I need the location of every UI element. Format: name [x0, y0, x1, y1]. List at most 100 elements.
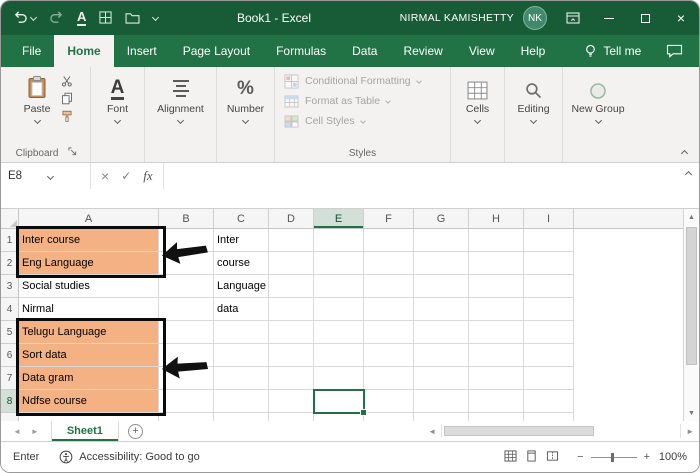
cell-D9[interactable]: [269, 413, 314, 421]
scroll-up-button[interactable]: ▲: [684, 209, 699, 225]
redo-button[interactable]: [49, 11, 64, 24]
cell-F8[interactable]: [364, 390, 414, 413]
name-box[interactable]: E8: [1, 163, 91, 189]
cell-D3[interactable]: [269, 275, 314, 298]
cell-H6[interactable]: [469, 344, 524, 367]
cell-H9[interactable]: [469, 413, 524, 421]
cell-A1[interactable]: Inter course: [19, 229, 159, 252]
new-sheet-button[interactable]: +: [128, 424, 143, 439]
cell-G2[interactable]: [414, 252, 469, 275]
row-header-2[interactable]: 2: [1, 252, 19, 275]
insert-function-button[interactable]: fx: [143, 168, 152, 184]
zoom-out-button[interactable]: −: [577, 451, 583, 463]
cell-F2[interactable]: [364, 252, 414, 275]
sheet-tab-sheet1[interactable]: Sheet1: [51, 421, 119, 441]
cell-F9[interactable]: [364, 413, 414, 421]
cell-E5[interactable]: [314, 321, 364, 344]
zoom-level[interactable]: 100%: [657, 451, 687, 463]
hscroll-left-button[interactable]: ◄: [423, 421, 441, 441]
minimize-button[interactable]: [591, 1, 627, 35]
cell-C6[interactable]: [214, 344, 269, 367]
cell-C8[interactable]: [214, 390, 269, 413]
hscroll-right-button[interactable]: ►: [681, 421, 699, 441]
cell-F6[interactable]: [364, 344, 414, 367]
vertical-scrollbar-thumb[interactable]: [686, 227, 697, 365]
cell-I8[interactable]: [524, 390, 574, 413]
row-header-5[interactable]: 5: [1, 321, 19, 344]
select-all-corner[interactable]: [1, 209, 19, 229]
cell-E9[interactable]: [314, 413, 364, 421]
row-header-6[interactable]: 6: [1, 344, 19, 367]
menu-tab-home[interactable]: Home: [54, 35, 113, 67]
column-header-D[interactable]: D: [269, 209, 314, 229]
cell-E8[interactable]: [314, 390, 364, 413]
row-header-4[interactable]: 4: [1, 298, 19, 321]
cell-D6[interactable]: [269, 344, 314, 367]
cell-G4[interactable]: [414, 298, 469, 321]
maximize-button[interactable]: [627, 1, 663, 35]
cell-F4[interactable]: [364, 298, 414, 321]
menu-tab-file[interactable]: File: [9, 35, 54, 67]
cell-H4[interactable]: [469, 298, 524, 321]
number-group-button[interactable]: % Number: [219, 71, 272, 123]
clipboard-dialog-launcher[interactable]: [68, 147, 77, 159]
cell-B3[interactable]: [159, 275, 214, 298]
cell-A7[interactable]: Data gram: [19, 367, 159, 390]
normal-view-button[interactable]: [504, 450, 517, 465]
cell-C1[interactable]: Inter: [214, 229, 269, 252]
column-header-B[interactable]: B: [159, 209, 214, 229]
cell-B5[interactable]: [159, 321, 214, 344]
cell-C3[interactable]: Language: [214, 275, 269, 298]
cell-E6[interactable]: [314, 344, 364, 367]
cell-B4[interactable]: [159, 298, 214, 321]
cell-G5[interactable]: [414, 321, 469, 344]
sheet-nav-left-button[interactable]: ◄: [13, 427, 21, 436]
scroll-down-button[interactable]: ▼: [684, 405, 699, 421]
cell-B9[interactable]: [159, 413, 214, 421]
underline-button[interactable]: A: [77, 10, 86, 26]
column-header-A[interactable]: A: [19, 209, 159, 229]
row-header-9[interactable]: [1, 413, 19, 421]
cell-I7[interactable]: [524, 367, 574, 390]
cell-C2[interactable]: course: [214, 252, 269, 275]
cell-H3[interactable]: [469, 275, 524, 298]
cell-D1[interactable]: [269, 229, 314, 252]
accessibility-checker[interactable]: Accessibility: Good to go: [59, 450, 199, 464]
menu-tab-data[interactable]: Data: [339, 35, 390, 67]
page-break-view-button[interactable]: [546, 450, 559, 465]
horizontal-scrollbar-thumb[interactable]: [444, 426, 594, 436]
cell-C4[interactable]: data: [214, 298, 269, 321]
cell-I9[interactable]: [524, 413, 574, 421]
cell-F1[interactable]: [364, 229, 414, 252]
cell-B7[interactable]: [159, 367, 214, 390]
cell-G6[interactable]: [414, 344, 469, 367]
cell-F5[interactable]: [364, 321, 414, 344]
cell-A6[interactable]: Sort data: [19, 344, 159, 367]
column-header-C[interactable]: C: [214, 209, 269, 229]
cell-E1[interactable]: [314, 229, 364, 252]
cut-button[interactable]: [61, 75, 73, 87]
menu-tab-review[interactable]: Review: [390, 35, 455, 67]
cell-E3[interactable]: [314, 275, 364, 298]
new-group-button[interactable]: New Group: [563, 71, 632, 123]
row-header-3[interactable]: 3: [1, 275, 19, 298]
cell-B1[interactable]: [159, 229, 214, 252]
copy-button[interactable]: [61, 92, 73, 105]
collapse-ribbon-button[interactable]: [681, 150, 688, 157]
cell-B6[interactable]: [159, 344, 214, 367]
cell-D5[interactable]: [269, 321, 314, 344]
enter-button[interactable]: ✓: [121, 169, 131, 183]
row-header-8[interactable]: 8: [1, 390, 19, 413]
ribbon-display-options-button[interactable]: [555, 1, 591, 35]
font-group-button[interactable]: A Font: [95, 71, 141, 123]
horizontal-scrollbar[interactable]: [441, 424, 681, 438]
column-header-G[interactable]: G: [414, 209, 469, 229]
cell-D4[interactable]: [269, 298, 314, 321]
cell-E2[interactable]: [314, 252, 364, 275]
formula-input[interactable]: [164, 163, 699, 189]
cell-C7[interactable]: [214, 367, 269, 390]
cell-D7[interactable]: [269, 367, 314, 390]
cell-A3[interactable]: Social studies: [19, 275, 159, 298]
paste-button[interactable]: Paste: [20, 71, 54, 123]
format-as-table-button[interactable]: Format as Table: [280, 91, 390, 111]
